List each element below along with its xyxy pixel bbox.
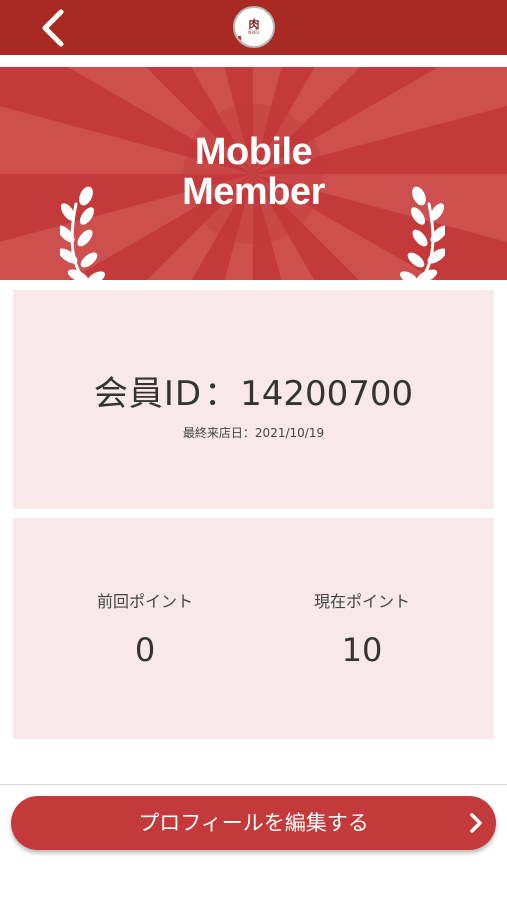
logo-mark [238,36,241,43]
previous-points-label: 前回ポイント [96,592,193,611]
last-visit: 最終来店日：2021/10/19 [0,424,507,442]
last-visit-label: 最終来店日： [182,426,255,440]
chevron-left-icon [42,9,64,47]
edit-profile-label: プロフィールを編集する [138,811,369,835]
logo-kanji: 肉 [248,17,260,31]
member-id-separator: ： [204,374,239,414]
back-button[interactable] [28,4,76,52]
brand-logo: 肉 NIKU [233,6,275,48]
edit-profile-button[interactable]: プロフィールを編集する [11,796,496,850]
chevron-right-icon [470,813,482,833]
divider [0,784,507,785]
logo-subtext: NIKU [248,29,260,35]
banner-title-line1: Mobile [194,131,313,173]
banner-title-line2: Member [182,171,325,213]
member-id: 会員ID：14200700 [0,372,507,416]
member-id-label: 会員ID [93,374,203,414]
current-points-value: 10 [341,631,383,669]
top-app-bar: 肉 NIKU [0,0,507,55]
last-visit-date: 2021/10/19 [254,426,325,440]
current-points-label: 現在ポイント [313,592,410,611]
member-id-value: 14200700 [240,374,414,414]
points-card [13,518,494,739]
previous-points-value: 0 [134,631,156,669]
